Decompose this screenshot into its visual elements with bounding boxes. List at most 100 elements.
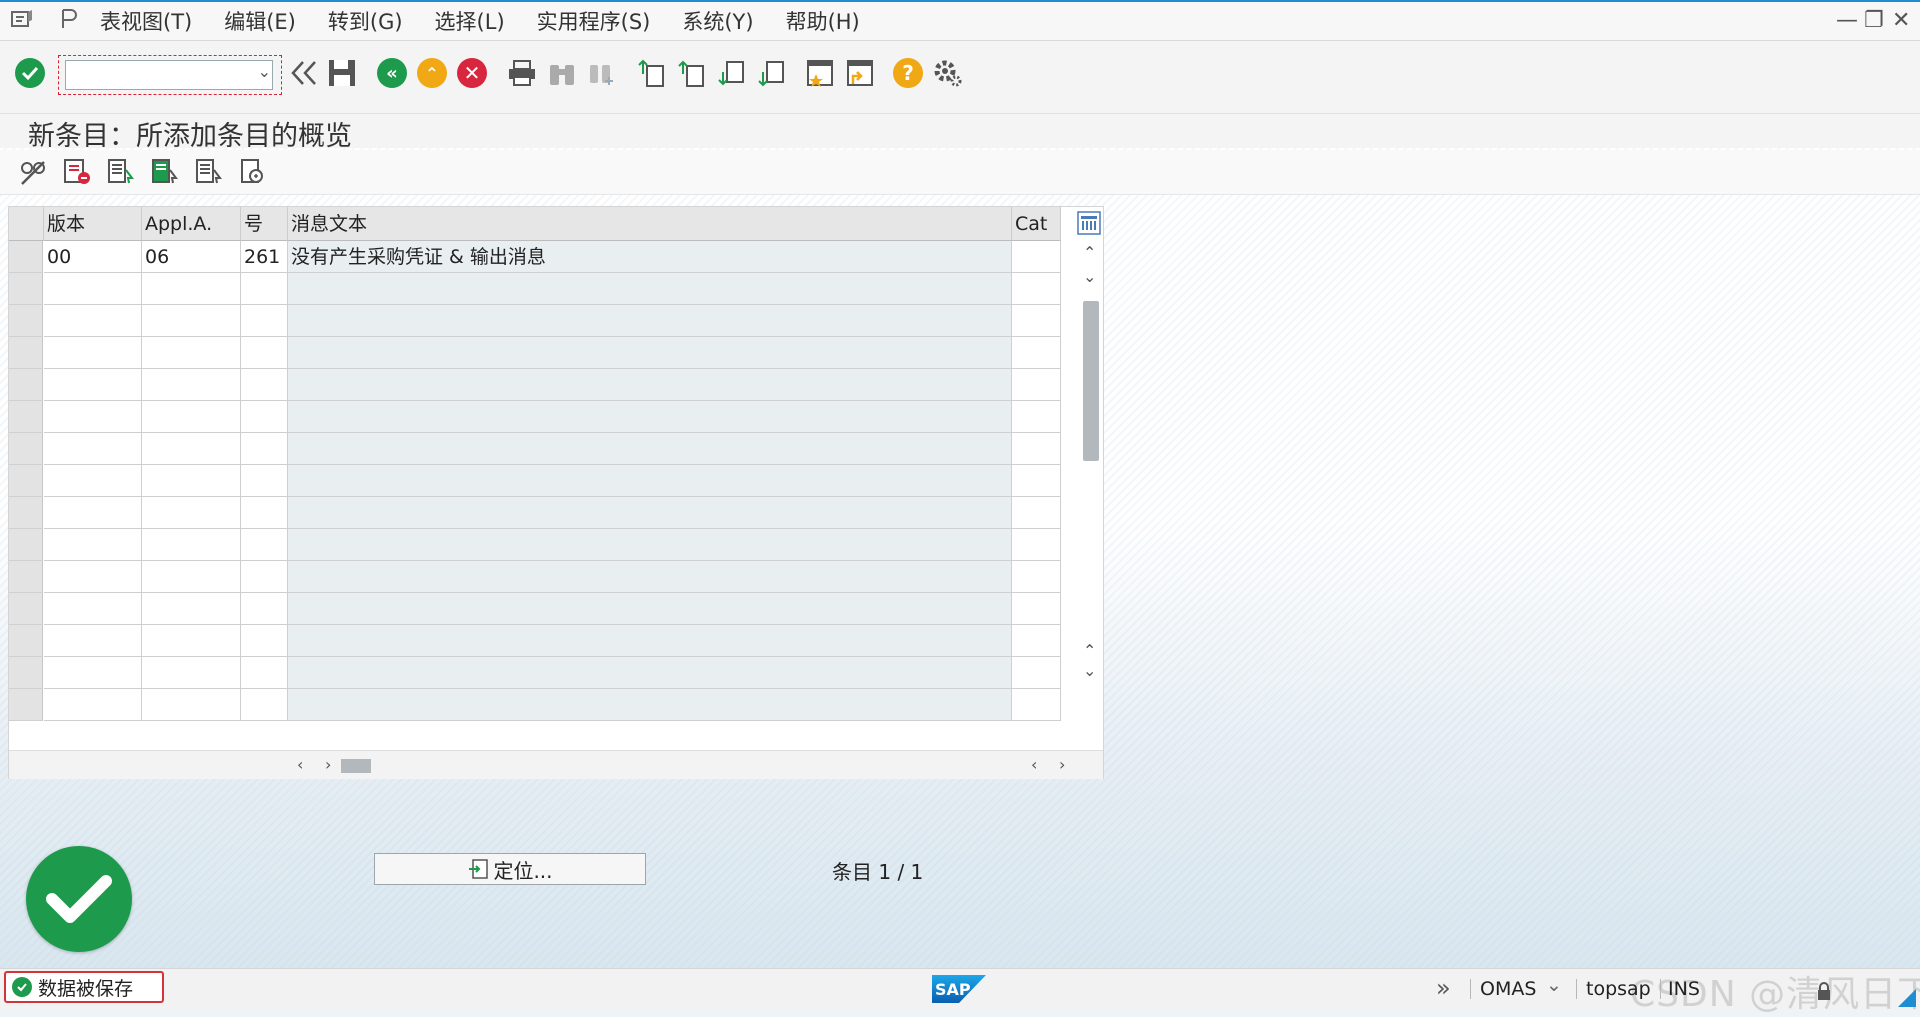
scroll-up-icon[interactable]: ⌃ [1083,243,1096,262]
empty-cell[interactable] [142,689,241,721]
scroll-right-end-icon[interactable]: › [1059,755,1065,774]
empty-cell[interactable] [288,657,1012,689]
cell-appl-area[interactable]: 06 [142,241,241,273]
empty-cell[interactable] [142,369,241,401]
row-selector[interactable] [9,497,43,529]
row-selector[interactable] [9,465,43,497]
horizontal-scroll-thumb[interactable] [341,759,371,773]
empty-cell[interactable] [44,657,142,689]
row-selector[interactable] [9,529,43,561]
empty-cell[interactable] [44,337,142,369]
empty-cell[interactable] [1012,273,1061,305]
scroll-page-down-icon[interactable]: ⌄ [1083,661,1096,680]
insert-mode[interactable]: INS [1668,978,1700,1000]
empty-cell[interactable] [1012,369,1061,401]
empty-cell[interactable] [1012,433,1061,465]
cell-version[interactable]: 00 [44,241,142,273]
empty-cell[interactable] [142,465,241,497]
column-header-appl-area[interactable]: Appl.A. [142,207,241,241]
empty-cell[interactable] [288,337,1012,369]
empty-cell[interactable] [1012,401,1061,433]
close-button[interactable]: ✕ [1892,8,1910,33]
empty-cell[interactable] [142,593,241,625]
scroll-left-icon[interactable]: ‹ [297,755,303,774]
empty-cell[interactable] [241,657,288,689]
row-selector[interactable] [9,305,43,337]
status-expand-icon[interactable]: » [1436,974,1451,1002]
system-id[interactable]: OMAS [1480,978,1536,1000]
find-next-button[interactable] [586,57,618,89]
scroll-down-icon[interactable]: ⌄ [1083,267,1096,286]
empty-cell[interactable] [288,369,1012,401]
empty-cell[interactable] [44,369,142,401]
scroll-right-icon[interactable]: › [325,755,331,774]
empty-cell[interactable] [241,689,288,721]
empty-cell[interactable] [241,433,288,465]
empty-cell[interactable] [142,497,241,529]
empty-cell[interactable] [142,305,241,337]
delete-button[interactable] [62,158,92,186]
row-selector[interactable] [9,433,43,465]
row-selector[interactable] [9,689,43,721]
change-display-button[interactable] [18,158,48,186]
system-dropdown-icon[interactable]: ⌄ [1546,974,1562,996]
previous-page-button[interactable] [676,57,708,89]
empty-cell[interactable] [241,337,288,369]
back-double-arrow-button[interactable] [288,57,320,89]
empty-cell[interactable] [44,401,142,433]
empty-cell[interactable] [142,337,241,369]
empty-cell[interactable] [241,497,288,529]
scroll-thumb[interactable] [1083,301,1099,461]
empty-cell[interactable] [288,593,1012,625]
empty-cell[interactable] [142,433,241,465]
empty-cell[interactable] [241,273,288,305]
chevron-down-icon[interactable]: ⌄ [258,62,271,81]
empty-cell[interactable] [288,401,1012,433]
row-selector[interactable] [9,241,43,273]
empty-cell[interactable] [288,561,1012,593]
exit-button[interactable]: ⌃ [416,57,448,89]
empty-cell[interactable] [44,593,142,625]
menu-help[interactable]: 帮助(H) [786,6,860,36]
menu-table-view[interactable]: 表视图(T) [100,6,192,36]
enter-button[interactable] [14,57,46,89]
table-settings-icon[interactable] [1077,211,1101,239]
row-selector[interactable] [9,561,43,593]
empty-cell[interactable] [44,433,142,465]
empty-cell[interactable] [142,625,241,657]
empty-cell[interactable] [241,305,288,337]
empty-cell[interactable] [1012,465,1061,497]
cell-number[interactable]: 261 [241,241,288,273]
empty-cell[interactable] [241,369,288,401]
create-session-button[interactable] [804,57,836,89]
cancel-button[interactable]: ✕ [456,57,488,89]
save-button[interactable] [326,57,358,89]
vertical-scrollbar[interactable]: ⌃ ⌄ ⌃ ⌄ [1077,211,1103,750]
row-selector[interactable] [9,273,43,305]
empty-cell[interactable] [44,497,142,529]
empty-cell[interactable] [44,305,142,337]
empty-cell[interactable] [1012,305,1061,337]
empty-cell[interactable] [241,401,288,433]
empty-cell[interactable] [1012,657,1061,689]
horizontal-scrollbar[interactable]: ‹ › ‹ › [9,750,1103,779]
row-selector[interactable] [9,625,43,657]
row-selector[interactable] [9,593,43,625]
empty-cell[interactable] [1012,337,1061,369]
select-all-header[interactable] [9,207,44,241]
last-page-button[interactable] [756,57,788,89]
first-page-button[interactable] [636,57,668,89]
column-header-version[interactable]: 版本 [44,207,142,241]
empty-cell[interactable] [241,593,288,625]
empty-cell[interactable] [44,625,142,657]
empty-cell[interactable] [142,401,241,433]
empty-cell[interactable] [44,529,142,561]
restore-button[interactable]: ❐ [1864,8,1884,33]
select-all-button[interactable] [106,158,136,186]
empty-cell[interactable] [288,433,1012,465]
menu-selection[interactable]: 选择(L) [435,6,505,36]
empty-cell[interactable] [44,465,142,497]
print-button[interactable] [506,57,538,89]
empty-cell[interactable] [241,465,288,497]
menu-utilities[interactable]: 实用程序(S) [537,6,651,36]
